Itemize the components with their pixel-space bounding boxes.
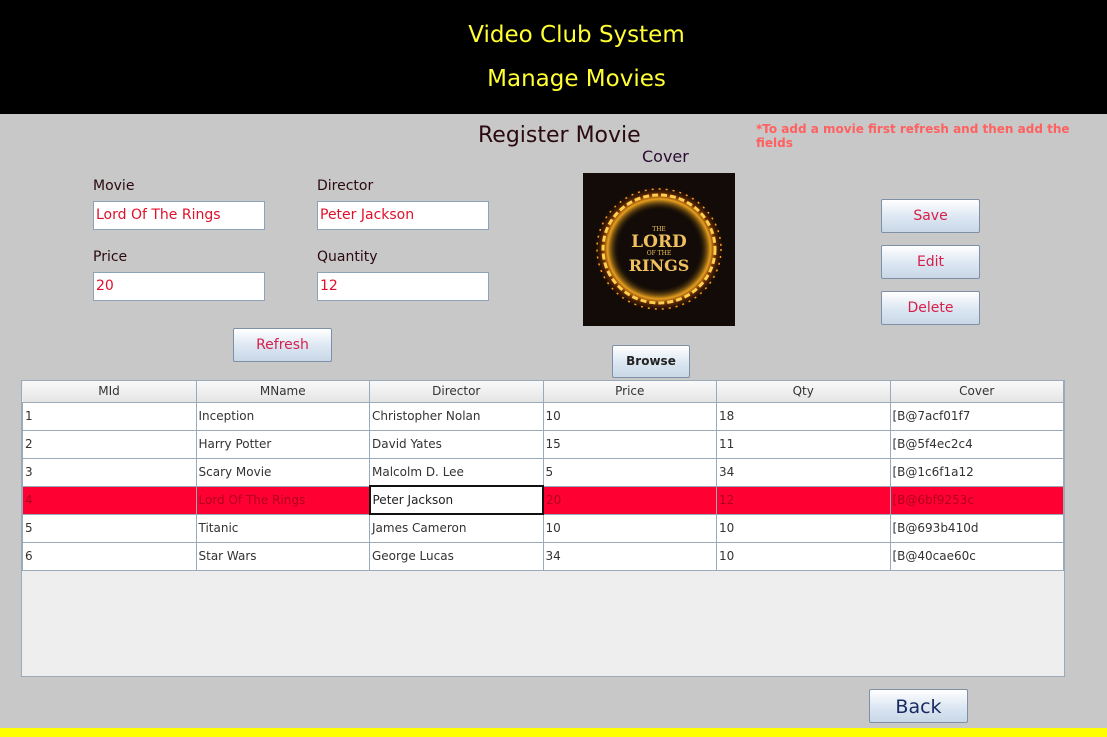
table-cell[interactable]: James Cameron	[369, 513, 544, 543]
table-cell[interactable]: Scary Movie	[195, 457, 370, 487]
back-button[interactable]: Back	[869, 689, 968, 723]
page-subtitle: Manage Movies	[487, 66, 666, 92]
director-label: Director	[317, 178, 374, 194]
table-cell[interactable]: [B@693b410d	[889, 513, 1064, 543]
column-header-price[interactable]: Price	[543, 381, 717, 403]
table-cell[interactable]: Malcolm D. Lee	[369, 457, 544, 487]
table-row[interactable]: 6 Star Wars George Lucas 34 10 [B@40cae6…	[22, 541, 1064, 571]
table-cell[interactable]: 1	[22, 401, 197, 431]
table-cell-focused[interactable]: Peter Jackson	[368, 485, 544, 515]
quantity-label: Quantity	[317, 249, 378, 265]
table-row[interactable]: 5 Titanic James Cameron 10 10 [B@693b410…	[22, 513, 1064, 543]
table-cell[interactable]: 18	[716, 401, 891, 431]
ring-of-fire-icon: THE LORD OF THE RINGS	[583, 173, 735, 326]
table-cell[interactable]: Lord Of The Rings	[195, 485, 370, 515]
table-cell[interactable]: Inception	[195, 401, 370, 431]
table-cell[interactable]: 10	[716, 541, 891, 571]
table-cell[interactable]: [B@6bf9253c	[889, 485, 1064, 515]
instruction-note: *To add a movie first refresh and then a…	[756, 122, 1070, 150]
table-cell[interactable]: David Yates	[369, 429, 544, 459]
table-cell[interactable]: Titanic	[195, 513, 370, 543]
movies-table[interactable]: MId MName Director Price Qty Cover 1 Inc…	[21, 380, 1065, 677]
movie-field[interactable]: Lord Of The Rings	[93, 201, 265, 230]
quantity-field[interactable]: 12	[317, 272, 489, 301]
cover-label: Cover	[642, 147, 689, 166]
table-header-row: MId MName Director Price Qty Cover	[22, 381, 1064, 403]
table-cell[interactable]: 5	[542, 457, 717, 487]
table-cell[interactable]: Christopher Nolan	[369, 401, 544, 431]
price-field[interactable]: 20	[93, 272, 265, 301]
table-cell[interactable]: 2	[22, 429, 197, 459]
table-cell[interactable]: 10	[542, 401, 717, 431]
cover-text-rings: RINGS	[629, 256, 690, 275]
browse-button[interactable]: Browse	[612, 345, 690, 378]
table-cell[interactable]: Star Wars	[195, 541, 370, 571]
app-title: Video Club System	[468, 22, 685, 48]
table-cell[interactable]: [B@40cae60c	[889, 541, 1064, 571]
table-row[interactable]: 2 Harry Potter David Yates 15 11 [B@5f4e…	[22, 429, 1064, 459]
table-cell[interactable]: 10	[716, 513, 891, 543]
table-row-selected[interactable]: 4 Lord Of The Rings Peter Jackson 20 12 …	[22, 485, 1064, 515]
table-row[interactable]: 3 Scary Movie Malcolm D. Lee 5 34 [B@1c6…	[22, 457, 1064, 487]
column-header-mname[interactable]: MName	[196, 381, 370, 403]
table-cell[interactable]: 34	[716, 457, 891, 487]
table-cell[interactable]: 6	[22, 541, 197, 571]
table-cell[interactable]: 12	[716, 485, 891, 515]
header-bar: Video Club System Manage Movies	[0, 0, 1107, 114]
cover-image: THE LORD OF THE RINGS	[583, 173, 735, 326]
table-cell[interactable]: 10	[542, 513, 717, 543]
table-cell[interactable]: George Lucas	[369, 541, 544, 571]
movie-label: Movie	[93, 178, 135, 194]
form-title: Register Movie	[478, 123, 641, 148]
table-row[interactable]: 1 Inception Christopher Nolan 10 18 [B@7…	[22, 401, 1064, 431]
table-cell[interactable]: 15	[542, 429, 717, 459]
column-header-qty[interactable]: Qty	[716, 381, 891, 403]
table-cell[interactable]: 20	[542, 485, 717, 515]
column-header-director[interactable]: Director	[369, 381, 544, 403]
refresh-button[interactable]: Refresh	[233, 328, 332, 362]
table-cell[interactable]: [B@1c6f1a12	[889, 457, 1064, 487]
table-cell[interactable]: [B@5f4ec2c4	[889, 429, 1064, 459]
delete-button[interactable]: Delete	[881, 291, 980, 325]
column-header-cover[interactable]: Cover	[890, 381, 1064, 403]
table-cell[interactable]: 4	[22, 485, 197, 515]
column-header-mid[interactable]: MId	[22, 381, 197, 403]
edit-button[interactable]: Edit	[881, 245, 980, 279]
director-field[interactable]: Peter Jackson	[317, 201, 489, 230]
table-cell[interactable]: [B@7acf01f7	[889, 401, 1064, 431]
table-cell[interactable]: Harry Potter	[195, 429, 370, 459]
cover-text-lord: LORD	[631, 232, 687, 252]
table-cell[interactable]: 3	[22, 457, 197, 487]
table-cell[interactable]: 11	[716, 429, 891, 459]
footer-bar	[0, 728, 1107, 737]
table-cell[interactable]: 5	[22, 513, 197, 543]
save-button[interactable]: Save	[881, 199, 980, 233]
table-cell[interactable]: 34	[542, 541, 717, 571]
price-label: Price	[93, 249, 128, 265]
